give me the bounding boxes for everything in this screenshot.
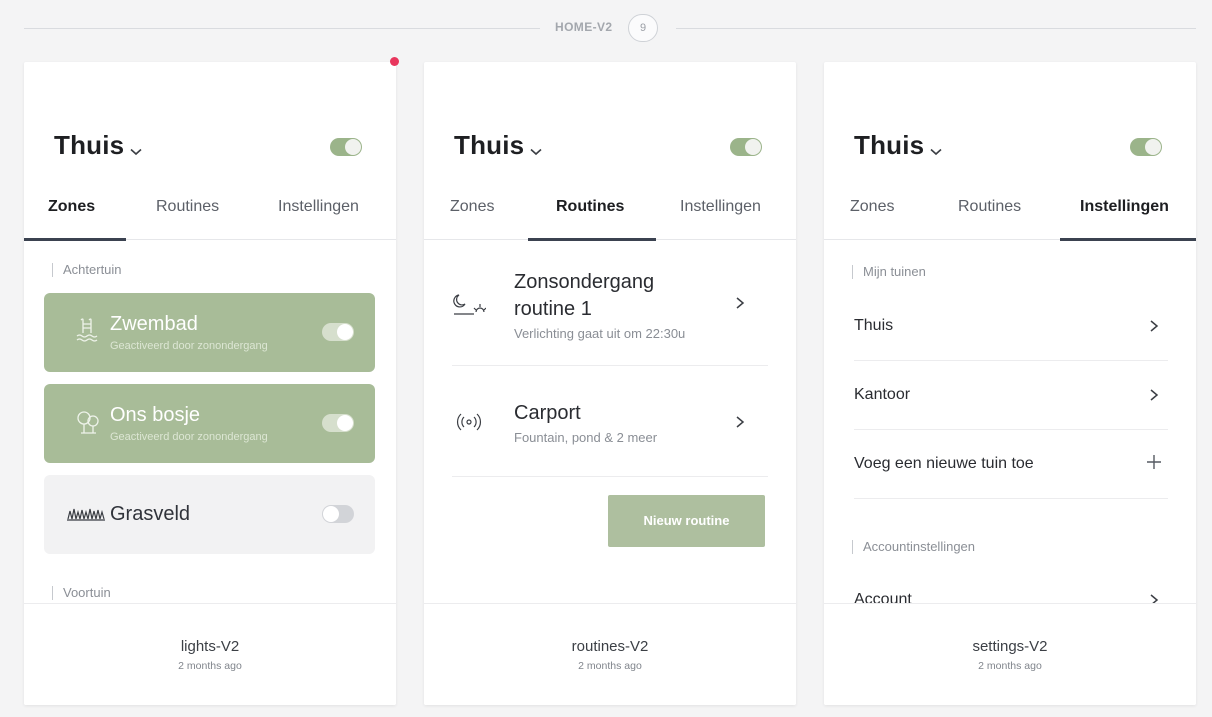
chevron-right-icon <box>734 296 746 310</box>
chevron-right-icon <box>1148 593 1160 603</box>
routine-subtitle: Fountain, pond & 2 meer <box>514 430 658 445</box>
tab-instellingen[interactable]: Instellingen <box>680 198 761 216</box>
garden-row-kantoor[interactable]: Kantoor <box>854 361 1168 430</box>
card-footer: routines-V2 2 months ago <box>424 603 796 705</box>
tab-bar: Zones Routines Instellingen <box>824 190 1196 241</box>
routine-title-line2: routine 1 <box>514 298 592 320</box>
grass-icon <box>66 505 106 523</box>
add-garden-row[interactable]: Voeg een nieuwe tuin toe <box>854 430 1168 499</box>
chevron-right-icon <box>734 415 746 429</box>
garden-name: Thuis <box>854 317 894 334</box>
screen-card-lights[interactable]: Thuis Zones Routines Instellingen Achter… <box>24 62 396 705</box>
tab-routines[interactable]: Routines <box>156 198 219 216</box>
account-label: Account <box>854 591 912 603</box>
account-row[interactable]: Account <box>854 567 1168 603</box>
group-label-mijn-tuinen: Mijn tuinen <box>852 265 926 279</box>
screen-card-routines[interactable]: Thuis Zones Routines Instellingen Zonson… <box>424 62 796 705</box>
section-title: HOME-V2 <box>555 20 613 34</box>
master-toggle[interactable] <box>730 138 762 156</box>
home-title: Thuis <box>454 130 525 160</box>
home-selector[interactable]: Thuis <box>454 130 542 163</box>
tab-bar: Zones Routines Instellingen <box>424 190 796 241</box>
section-count-badge: 9 <box>628 14 658 42</box>
zone-status: Geactiveerd door zonondergang <box>110 340 268 352</box>
chevron-down-icon <box>930 132 942 163</box>
card-footer: lights-V2 2 months ago <box>24 603 396 705</box>
tab-routines[interactable]: Routines <box>958 198 1021 216</box>
card-footer: settings-V2 2 months ago <box>824 603 1196 705</box>
group-label-voortuin: Voortuin <box>52 586 111 600</box>
divider-right <box>676 28 1196 29</box>
screen-name[interactable]: lights-V2 <box>24 638 396 655</box>
group-label-accountinstellingen: Accountinstellingen <box>852 540 975 554</box>
chevron-right-icon <box>1148 388 1160 402</box>
zone-name: Ons bosje <box>110 404 201 426</box>
chevron-down-icon <box>530 132 542 163</box>
tab-active-indicator <box>24 238 126 241</box>
screen-timestamp: 2 months ago <box>978 660 1042 672</box>
screen-timestamp: 2 months ago <box>178 660 242 672</box>
zone-card-zwembad[interactable]: Zwembad Geactiveerd door zonondergang <box>44 293 375 372</box>
garden-name: Kantoor <box>854 386 911 403</box>
zone-card-grasveld[interactable]: Grasveld <box>44 475 375 554</box>
routine-subtitle: Verlichting gaat uit om 22:30u <box>514 326 686 341</box>
group-label-achtertuin: Achtertuin <box>52 263 122 277</box>
add-garden-label: Voeg een nieuwe tuin toe <box>854 455 1034 472</box>
signal-icon <box>452 409 486 435</box>
master-toggle[interactable] <box>1130 138 1162 156</box>
zone-card-ons-bosje[interactable]: Ons bosje Geactiveerd door zonondergang <box>44 384 375 463</box>
screen-preview-lights: Thuis Zones Routines Instellingen Achter… <box>24 62 396 603</box>
new-routine-button[interactable]: Nieuw routine <box>608 495 765 547</box>
chevron-right-icon <box>1148 319 1160 333</box>
zone-status: Geactiveerd door zonondergang <box>110 431 268 443</box>
tab-instellingen[interactable]: Instellingen <box>1080 198 1169 216</box>
screen-card-settings[interactable]: Thuis Zones Routines Instellingen Mijn t… <box>824 62 1196 705</box>
chevron-down-icon <box>130 132 142 163</box>
tab-zones[interactable]: Zones <box>450 198 494 216</box>
tab-routines[interactable]: Routines <box>556 198 624 216</box>
tab-zones[interactable]: Zones <box>850 198 894 216</box>
tab-bar: Zones Routines Instellingen <box>24 190 396 241</box>
tab-instellingen[interactable]: Instellingen <box>278 198 359 216</box>
screen-timestamp: 2 months ago <box>578 660 642 672</box>
trees-icon <box>74 408 100 434</box>
home-title: Thuis <box>854 130 925 160</box>
notification-dot <box>390 57 399 66</box>
routine-title: Carport <box>514 402 581 424</box>
tab-active-indicator <box>528 238 656 241</box>
zone-name: Grasveld <box>110 503 191 525</box>
zone-toggle[interactable] <box>322 505 354 523</box>
routine-item-carport[interactable]: Carport Fountain, pond & 2 meer <box>452 367 768 477</box>
garden-row-thuis[interactable]: Thuis <box>854 292 1168 361</box>
screen-name[interactable]: routines-V2 <box>424 638 796 655</box>
screen-preview-settings: Thuis Zones Routines Instellingen Mijn t… <box>824 62 1196 603</box>
zone-name: Zwembad <box>110 313 198 335</box>
screen-preview-routines: Thuis Zones Routines Instellingen Zonson… <box>424 62 796 603</box>
routine-title: Zonsondergang <box>514 271 655 293</box>
section-header: HOME-V2 9 <box>0 14 1212 44</box>
routine-item-zonsondergang[interactable]: Zonsondergang routine 1 Verlichting gaat… <box>452 242 768 366</box>
home-selector[interactable]: Thuis <box>54 130 142 163</box>
divider-left <box>24 28 540 29</box>
pool-icon <box>74 317 100 343</box>
home-title: Thuis <box>54 130 125 160</box>
plus-icon <box>1146 454 1162 470</box>
tab-zones[interactable]: Zones <box>48 198 95 216</box>
screen-name[interactable]: settings-V2 <box>824 638 1196 655</box>
home-selector[interactable]: Thuis <box>854 130 942 163</box>
tab-active-indicator <box>1060 238 1196 241</box>
zone-toggle[interactable] <box>322 414 354 432</box>
sunset-icon <box>452 292 487 318</box>
zone-toggle[interactable] <box>322 323 354 341</box>
master-toggle[interactable] <box>330 138 362 156</box>
